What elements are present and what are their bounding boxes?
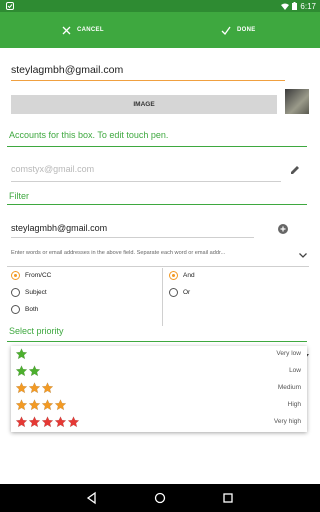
- priority-stars: [15, 365, 41, 377]
- cancel-label: CANCEL: [77, 27, 104, 33]
- star-icon: [41, 382, 54, 394]
- app-notification-icon: [6, 2, 14, 10]
- action-bar: CANCEL DONE: [0, 12, 320, 48]
- priority-dropdown: Very low Low Medium High Very high: [11, 346, 307, 432]
- priority-stars: [15, 348, 28, 360]
- accounts-title: Accounts for this box. To edit touch pen…: [9, 130, 169, 140]
- email-field-underline: [11, 80, 285, 81]
- radio-group-divider: [7, 266, 309, 267]
- filter-title: Filter: [9, 191, 29, 201]
- star-icon: [28, 416, 41, 428]
- add-circle-icon[interactable]: [278, 224, 288, 234]
- star-icon: [15, 382, 28, 394]
- radio-and[interactable]: And: [169, 271, 195, 280]
- radio-button[interactable]: [169, 271, 178, 280]
- radio-label: Or: [183, 289, 191, 296]
- radio-button[interactable]: [11, 305, 20, 314]
- priority-label: Low: [289, 367, 301, 374]
- priority-label: Medium: [277, 384, 301, 391]
- account-field[interactable]: comstyx@gmail.com: [11, 164, 94, 174]
- filter-divider: [7, 204, 307, 205]
- pen-icon[interactable]: [289, 164, 301, 176]
- priority-label: Very low: [276, 350, 301, 357]
- image-button[interactable]: IMAGE: [11, 95, 277, 114]
- accounts-divider: [7, 146, 307, 147]
- cancel-button[interactable]: CANCEL: [62, 12, 104, 48]
- priority-stars: [15, 416, 80, 428]
- filter-field-underline: [11, 237, 254, 238]
- star-icon: [15, 365, 28, 377]
- check-icon: [221, 26, 231, 35]
- priority-divider: [7, 341, 307, 342]
- priority-option-very-low[interactable]: Very low: [11, 346, 307, 363]
- star-icon: [67, 416, 80, 428]
- star-icon: [28, 399, 41, 411]
- radio-or[interactable]: Or: [169, 288, 190, 297]
- close-icon: [62, 26, 71, 34]
- radio-label: Subject: [25, 289, 47, 296]
- filter-email-field[interactable]: steylagmbh@gmail.com: [11, 223, 107, 233]
- recents-icon[interactable]: [221, 491, 235, 505]
- priority-option-high[interactable]: High: [11, 397, 307, 414]
- star-icon: [15, 348, 28, 360]
- priority-option-medium[interactable]: Medium: [11, 380, 307, 397]
- radio-button[interactable]: [169, 288, 178, 297]
- priority-option-low[interactable]: Low: [11, 363, 307, 380]
- done-button[interactable]: DONE: [221, 12, 256, 48]
- radio-subject[interactable]: Subject: [11, 288, 47, 297]
- star-icon: [54, 399, 67, 411]
- radio-column-divider: [162, 268, 163, 326]
- star-icon: [41, 399, 54, 411]
- star-icon: [28, 365, 41, 377]
- priority-title: Select priority: [9, 326, 64, 336]
- battery-icon: [292, 2, 298, 10]
- radio-button[interactable]: [11, 271, 20, 280]
- priority-option-very-high[interactable]: Very high: [11, 414, 307, 431]
- wifi-icon: [281, 3, 290, 10]
- radio-label: And: [183, 272, 195, 279]
- priority-label: High: [287, 401, 301, 408]
- star-icon: [28, 382, 41, 394]
- status-time: 6:17: [300, 1, 316, 11]
- priority-stars: [15, 382, 54, 394]
- account-field-underline: [11, 181, 281, 182]
- done-label: DONE: [237, 27, 256, 33]
- star-icon: [54, 416, 67, 428]
- radio-button[interactable]: [11, 288, 20, 297]
- navigation-bar: [0, 484, 320, 512]
- home-icon[interactable]: [153, 491, 167, 505]
- radio-both[interactable]: Both: [11, 305, 38, 314]
- filter-hint: Enter words or email addresses in the ab…: [11, 250, 226, 256]
- star-icon: [41, 416, 54, 428]
- radio-from-cc[interactable]: From/CC: [11, 271, 51, 280]
- email-field[interactable]: steylagmbh@gmail.com: [11, 64, 283, 76]
- radio-label: From/CC: [25, 272, 52, 279]
- radio-label: Both: [25, 306, 39, 313]
- priority-label: Very high: [273, 418, 301, 425]
- back-icon[interactable]: [85, 491, 99, 505]
- form-content: steylagmbh@gmail.com IMAGE Accounts for …: [3, 48, 317, 484]
- priority-stars: [15, 399, 67, 411]
- star-icon: [15, 399, 28, 411]
- star-icon: [15, 416, 28, 428]
- chevron-down-icon[interactable]: [298, 250, 308, 260]
- image-thumbnail[interactable]: [285, 89, 309, 114]
- status-bar: 6:17: [0, 0, 320, 12]
